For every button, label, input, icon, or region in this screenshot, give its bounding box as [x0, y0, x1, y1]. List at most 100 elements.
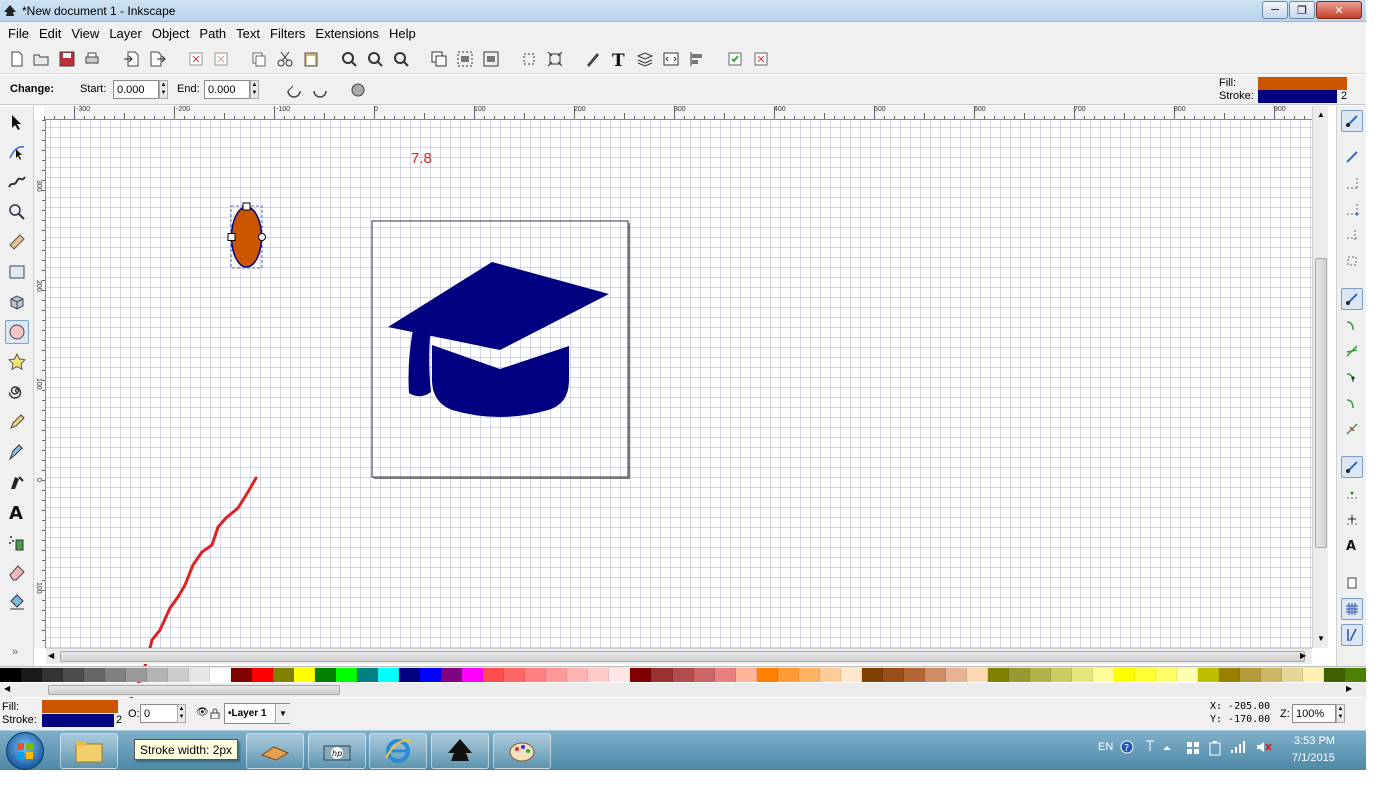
snap-page-border-button[interactable] [1341, 572, 1363, 594]
layer-lock-icon[interactable] [210, 708, 220, 719]
palette-swatch[interactable] [63, 668, 85, 682]
status-fill-swatch[interactable] [42, 700, 118, 713]
taskbar-inkscape[interactable] [431, 733, 489, 769]
menu-text[interactable]: Text [231, 26, 265, 41]
palette-swatch[interactable] [756, 668, 778, 682]
palette-scrollbar[interactable]: ◀ ▶ [0, 683, 1366, 697]
palette-swatch[interactable] [1281, 668, 1303, 682]
palette-swatch[interactable] [1345, 668, 1367, 682]
palette-swatch[interactable] [462, 668, 484, 682]
palette-swatch[interactable] [651, 668, 673, 682]
palette-swatch[interactable] [189, 668, 211, 682]
arc-open-icon[interactable] [312, 82, 328, 98]
palette-swatch[interactable] [1050, 668, 1072, 682]
palette-swatch[interactable] [21, 668, 43, 682]
snap-others-button[interactable] [1341, 456, 1363, 478]
rectangle-tool[interactable] [5, 260, 29, 284]
zoom-fit-icon[interactable] [520, 50, 538, 68]
menu-path[interactable]: Path [194, 26, 231, 41]
horizontal-scrollbar[interactable]: ◀ ▶ [46, 648, 1312, 664]
fill-swatch[interactable] [1258, 77, 1347, 90]
stroke-swatch[interactable] [1258, 90, 1337, 103]
palette-swatch[interactable] [168, 668, 190, 682]
snap-bbox-centers-button[interactable] [1341, 250, 1363, 272]
palette-swatch[interactable] [84, 668, 106, 682]
palette-swatch[interactable] [336, 668, 358, 682]
pencil-tool[interactable] [5, 410, 29, 434]
scroll-left-icon[interactable]: ◀ [48, 651, 54, 660]
palette-swatch[interactable] [693, 668, 715, 682]
snap-bbox-corners-button[interactable] [1341, 198, 1363, 220]
palette-swatch[interactable] [630, 668, 652, 682]
menu-view[interactable]: View [66, 26, 104, 41]
selector-tool[interactable] [5, 110, 29, 134]
palette-swatch[interactable] [945, 668, 967, 682]
group-icon[interactable] [456, 50, 474, 68]
battery-icon[interactable] [1208, 740, 1222, 756]
palette-swatch[interactable] [357, 668, 379, 682]
palette-swatch[interactable] [1197, 668, 1219, 682]
network-signal-icon[interactable] [1230, 740, 1246, 754]
palette-swatch[interactable] [1323, 668, 1345, 682]
palette-swatch[interactable] [525, 668, 547, 682]
palette-swatch[interactable] [1134, 668, 1156, 682]
status-stroke-swatch[interactable] [42, 714, 114, 727]
horizontal-scroll-thumb[interactable] [60, 651, 1305, 662]
close-button[interactable]: ✕ [1316, 1, 1362, 19]
snap-smooth-nodes-button[interactable] [1341, 392, 1363, 414]
undo-icon[interactable] [187, 50, 205, 68]
export-icon[interactable] [148, 50, 166, 68]
taskbar-hp-app[interactable]: hp [308, 733, 366, 769]
copy-icon[interactable] [250, 50, 268, 68]
measure-tool[interactable] [5, 230, 29, 254]
action-center-icon[interactable] [1186, 741, 1200, 755]
palette-swatch[interactable] [315, 668, 337, 682]
palette-swatch[interactable] [210, 668, 232, 682]
palette-swatch[interactable] [252, 668, 274, 682]
pen-tool[interactable] [5, 440, 29, 464]
palette-swatch[interactable] [903, 668, 925, 682]
snap-bbox-edges-button[interactable] [1341, 172, 1363, 194]
palette-swatch[interactable] [924, 668, 946, 682]
palette-scroll-right-icon[interactable]: ▶ [1346, 684, 1352, 693]
layer-dropdown[interactable]: •Layer 1 ▼ [224, 703, 290, 724]
opacity-input[interactable] [140, 704, 178, 723]
palette-swatch[interactable] [147, 668, 169, 682]
calligraphy-tool[interactable] [5, 470, 29, 494]
status-stroke-width[interactable]: 2 [116, 714, 122, 726]
palette-swatch[interactable] [588, 668, 610, 682]
layers-dialog-icon[interactable] [636, 50, 654, 68]
palette-swatch[interactable] [483, 668, 505, 682]
zoom-tool[interactable] [5, 200, 29, 224]
document-properties-icon[interactable] [752, 50, 770, 68]
palette-swatch[interactable] [399, 668, 421, 682]
palette-swatch[interactable] [273, 668, 295, 682]
start-angle-input[interactable] [113, 80, 159, 99]
zoom-input[interactable] [1292, 704, 1336, 723]
palette-swatch[interactable] [861, 668, 883, 682]
palette-swatch[interactable] [1302, 668, 1324, 682]
clock-time[interactable]: 3:53 PM [1294, 735, 1335, 747]
taskbar-paint-app[interactable] [246, 733, 304, 769]
menu-help[interactable]: Help [384, 26, 421, 41]
start-angle-stepper[interactable]: ▲ ▼ [159, 80, 168, 99]
palette-swatch[interactable] [1155, 668, 1177, 682]
xml-editor-icon[interactable] [662, 50, 680, 68]
chevron-down-icon[interactable]: ▼ [275, 704, 290, 723]
palette-swatch[interactable] [231, 668, 253, 682]
taskbar-paint-palette[interactable] [493, 733, 551, 769]
palette-swatch[interactable] [966, 668, 988, 682]
end-angle-input[interactable] [204, 80, 250, 99]
palette-swatch[interactable] [126, 668, 148, 682]
spray-tool[interactable] [5, 530, 29, 554]
preferences-icon[interactable] [726, 50, 744, 68]
pen-input-icon[interactable] [1144, 739, 1156, 753]
drawing-canvas[interactable] [46, 120, 1312, 648]
snap-enable-button[interactable] [1341, 110, 1363, 132]
palette-swatch[interactable] [1008, 668, 1030, 682]
stroke-width-value[interactable]: 2 [1341, 90, 1347, 102]
menu-filters[interactable]: Filters [265, 26, 310, 41]
zoom-stepper[interactable]: ▲ ▼ [1336, 704, 1345, 723]
snap-object-centers-button[interactable] [1341, 482, 1363, 504]
start-button[interactable] [6, 732, 44, 770]
